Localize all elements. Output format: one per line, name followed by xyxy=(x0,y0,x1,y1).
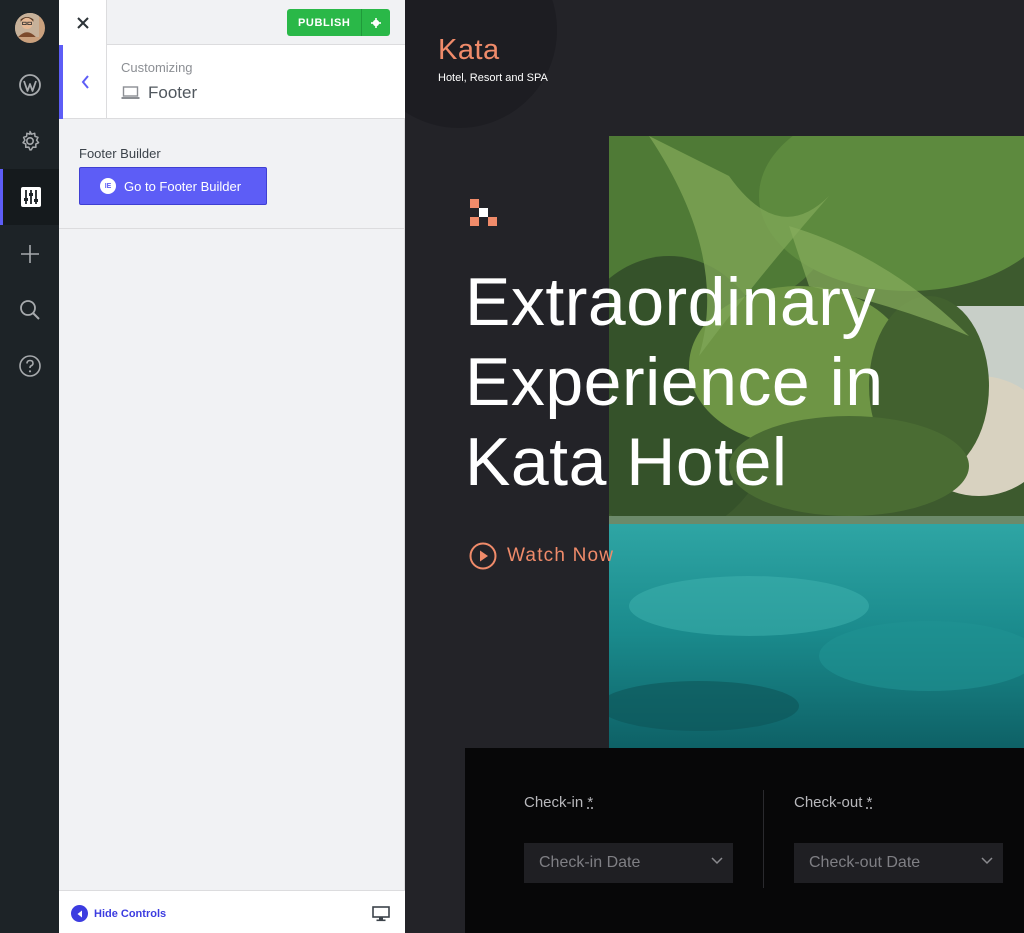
desktop-icon xyxy=(372,906,390,922)
customizer-panel: PUBLISH Customizing Footer Footer Builde… xyxy=(59,0,405,933)
back-button[interactable] xyxy=(59,45,107,119)
checkin-label: Check-in * xyxy=(524,794,594,811)
checkout-label: Check-out * xyxy=(794,794,873,811)
help-button[interactable] xyxy=(0,338,59,394)
laptop-icon xyxy=(121,86,140,99)
watch-now-link[interactable]: Watch Now xyxy=(469,542,614,570)
add-button[interactable] xyxy=(0,226,59,282)
hide-controls-label: Hide Controls xyxy=(94,907,167,920)
section-title: Footer xyxy=(148,83,198,102)
footer-builder-control: Footer Builder IE Go to Footer Builder xyxy=(59,119,405,229)
admin-rail xyxy=(0,0,59,933)
section-header: Customizing Footer xyxy=(59,45,405,119)
wordpress-button[interactable] xyxy=(0,57,59,113)
breadcrumb: Customizing xyxy=(121,60,193,75)
site-preview: Kata Hotel, Resort and SPA Extraordinary… xyxy=(405,0,1024,933)
customizer-icon xyxy=(21,187,41,207)
control-label: Footer Builder xyxy=(79,146,161,161)
hero-title: Extraordinary Experience in Kata Hotel xyxy=(465,264,884,500)
booking-form: Check-in * Check-in Date Check-out * Che… xyxy=(465,748,1024,933)
booking-divider xyxy=(763,790,764,888)
publish-settings-button[interactable] xyxy=(361,9,391,36)
customizer-button[interactable] xyxy=(0,169,59,225)
search-icon xyxy=(19,300,40,320)
wordpress-icon xyxy=(18,74,41,96)
chevron-down-icon xyxy=(981,857,993,865)
site-header: Kata Hotel, Resort and SPA xyxy=(405,0,1024,136)
close-icon xyxy=(76,16,89,29)
publish-button[interactable]: PUBLISH xyxy=(287,9,362,36)
gear-icon xyxy=(371,17,382,28)
checkin-placeholder: Check-in Date xyxy=(539,854,641,871)
customizer-footer: Hide Controls xyxy=(59,890,405,933)
checkin-date-select[interactable]: Check-in Date xyxy=(524,843,733,883)
user-avatar-button[interactable] xyxy=(0,0,59,56)
play-icon xyxy=(469,542,497,570)
checkout-date-select[interactable]: Check-out Date xyxy=(794,843,1003,883)
desktop-preview-button[interactable] xyxy=(372,906,390,927)
gear-icon xyxy=(21,130,39,151)
chevron-left-icon xyxy=(81,75,89,89)
settings-button[interactable] xyxy=(0,113,59,169)
avatar xyxy=(14,13,45,43)
hide-controls-button[interactable]: Hide Controls xyxy=(71,905,166,922)
checkout-placeholder: Check-out Date xyxy=(809,854,921,871)
elementor-icon: IE xyxy=(100,178,116,194)
collapse-icon xyxy=(71,905,88,922)
go-to-footer-builder-button[interactable]: IE Go to Footer Builder xyxy=(79,167,267,205)
plus-icon xyxy=(20,245,39,263)
builder-button-label: Go to Footer Builder xyxy=(124,178,242,194)
pixel-logo-icon xyxy=(470,199,497,226)
search-button[interactable] xyxy=(0,282,59,338)
close-customizer-button[interactable] xyxy=(59,0,107,45)
help-icon xyxy=(18,355,41,377)
site-logo-subtitle: Hotel, Resort and SPA xyxy=(438,72,548,84)
section-title-row: Footer xyxy=(121,83,197,103)
chevron-down-icon xyxy=(711,857,723,865)
watch-now-label: Watch Now xyxy=(507,545,615,566)
customizer-header: PUBLISH xyxy=(59,0,405,45)
site-logo-title[interactable]: Kata xyxy=(438,34,500,67)
publish-group: PUBLISH xyxy=(287,9,391,36)
